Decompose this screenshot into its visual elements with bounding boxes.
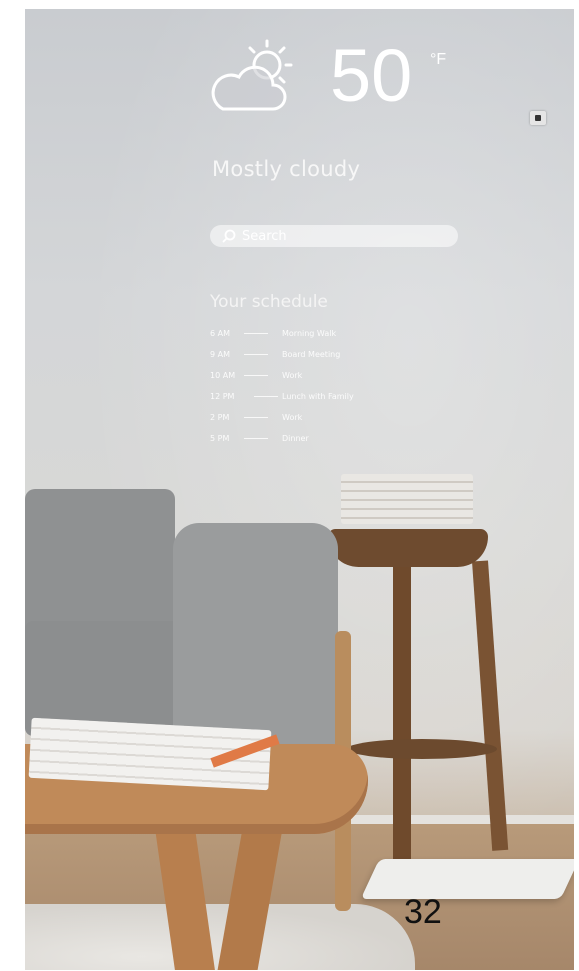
schedule-item[interactable]: 12 PM Lunch with Family	[210, 392, 430, 413]
schedule-item[interactable]: 2 PM Work	[210, 413, 430, 434]
schedule-event: Dinner	[282, 434, 309, 443]
search-placeholder: Search	[242, 228, 287, 244]
mirror-overlay: 50 °F Mostly cloudy Search Your schedule…	[25, 9, 574, 970]
schedule-divider	[244, 333, 268, 334]
schedule-time: 6 AM	[210, 329, 231, 338]
schedule-event: Work	[282, 371, 303, 380]
search-bar[interactable]: Search	[210, 225, 458, 247]
temperature-unit: °F	[430, 51, 447, 68]
schedule-list: 6 AM Morning Walk 9 AM Board Meeting 10 …	[210, 329, 430, 455]
schedule-item[interactable]: 9 AM Board Meeting	[210, 350, 430, 371]
schedule-divider	[244, 417, 268, 418]
schedule-item[interactable]: 5 PM Dinner	[210, 434, 430, 455]
schedule-time: 5 PM	[210, 434, 230, 443]
schedule-event: Board Meeting	[282, 350, 341, 359]
schedule-title: Your schedule	[210, 292, 328, 312]
schedule-divider	[254, 396, 278, 397]
schedule-time: 9 AM	[210, 350, 231, 359]
schedule-item[interactable]: 10 AM Work	[210, 371, 430, 392]
schedule-divider	[244, 354, 268, 355]
partly-cloudy-icon	[211, 39, 293, 111]
schedule-divider	[244, 438, 268, 439]
schedule-event: Lunch with Family	[282, 392, 354, 401]
schedule-event: Morning Walk	[282, 329, 337, 338]
schedule-time: 12 PM	[210, 392, 235, 401]
search-icon	[222, 229, 236, 243]
schedule-item[interactable]: 6 AM Morning Walk	[210, 329, 430, 350]
schedule-event: Work	[282, 413, 303, 422]
schedule-time: 2 PM	[210, 413, 230, 422]
weather-condition: Mostly cloudy	[212, 157, 361, 181]
page-number: 32	[404, 893, 442, 931]
schedule-time: 10 AM	[210, 371, 236, 380]
schedule-divider	[244, 375, 268, 376]
temperature-value: 50	[330, 34, 413, 117]
room-photo: 50 °F Mostly cloudy Search Your schedule…	[25, 9, 574, 970]
